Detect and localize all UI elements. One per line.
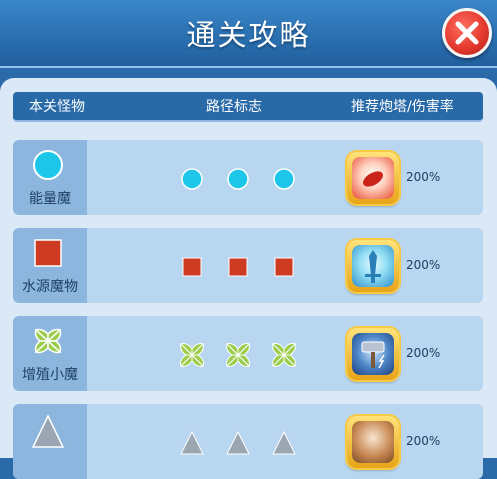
monster-row: 增殖小魔 200%: [13, 316, 483, 391]
triangle-marker-icon: [180, 430, 204, 455]
column-header: 本关怪物 路径标志 推荐炮塔/伤害率: [13, 92, 483, 122]
monster-cell: [13, 404, 87, 479]
monster-row: 200%: [13, 404, 483, 479]
square-marker-icon: [182, 257, 202, 277]
damage-rate: 200%: [406, 258, 441, 272]
tower-icon: [352, 421, 394, 463]
recommended-tower: [347, 152, 399, 204]
path-markers: [181, 168, 295, 190]
path-markers: [182, 257, 294, 277]
ice-sword-tower-icon: [352, 245, 394, 287]
square-marker-icon: [228, 257, 248, 277]
page-title: 通关攻略: [186, 18, 311, 52]
thunder-hammer-tower-icon: [352, 333, 394, 375]
circle-marker-icon: [181, 168, 203, 190]
circle-marker-icon: [227, 168, 249, 190]
triangle-marker-icon: [226, 430, 250, 455]
clover-marker-icon: [226, 343, 250, 367]
clover-marker-icon: [272, 343, 296, 367]
monster-cell: 水源魔物: [13, 228, 87, 303]
circle-marker-icon: [273, 168, 295, 190]
title-bar: 通关攻略: [0, 0, 497, 68]
clover-marker-icon: [34, 328, 62, 354]
monster-name: 增殖小魔: [22, 367, 78, 383]
square-marker-icon: [274, 257, 294, 277]
triangle-marker-icon: [272, 430, 296, 455]
close-button[interactable]: [442, 8, 492, 58]
clover-marker-icon: [180, 343, 204, 367]
close-icon: [455, 21, 479, 45]
recommended-tower: [347, 328, 399, 380]
path-markers: [180, 430, 296, 455]
square-marker-icon: [34, 239, 62, 267]
monster-name: 水源魔物: [22, 279, 78, 295]
fire-tower-icon: [352, 157, 394, 199]
monster-cell: 能量魔: [13, 140, 87, 215]
recommended-tower: [347, 416, 399, 468]
monster-row: 水源魔物 200%: [13, 228, 483, 303]
monster-row: 能量魔 200%: [13, 140, 483, 215]
recommended-tower: [347, 240, 399, 292]
monster-cell: 增殖小魔: [13, 316, 87, 391]
path-markers: [180, 343, 296, 367]
column-monster: 本关怪物: [29, 99, 85, 115]
damage-rate: 200%: [406, 434, 441, 448]
circle-marker-icon: [33, 150, 63, 180]
monster-name: 能量魔: [29, 191, 71, 207]
column-tower: 推荐炮塔/伤害率: [351, 99, 454, 115]
column-path: 路径标志: [206, 99, 262, 115]
damage-rate: 200%: [406, 346, 441, 360]
damage-rate: 200%: [406, 170, 441, 184]
